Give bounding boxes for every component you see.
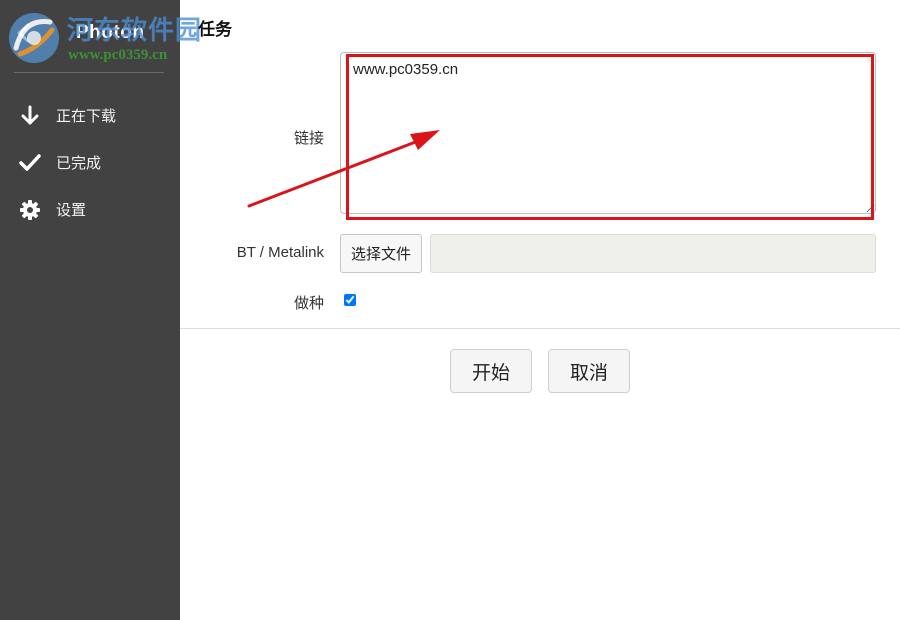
sidebar-item-settings[interactable]: 设置	[0, 186, 180, 233]
sidebar-item-downloading[interactable]: 正在下载	[0, 92, 180, 139]
watermark-logo-icon	[4, 8, 64, 68]
page-title: 任务	[198, 20, 232, 40]
sidebar: Photon 河东软件园 www.pc0359.cn 正在下载 已完成 设置	[0, 0, 201, 620]
bt-metalink-label: BT / Metalink	[236, 244, 324, 261]
cancel-button[interactable]: 取消	[548, 349, 630, 393]
link-textarea[interactable]: www.pc0359.cn	[340, 52, 876, 214]
app-window: Photon 河东软件园 www.pc0359.cn 正在下载 已完成 设置 任…	[0, 0, 900, 620]
link-label: 链接	[293, 130, 324, 147]
sidebar-item-label: 已完成	[56, 154, 102, 172]
sidebar-item-completed[interactable]: 已完成	[0, 139, 180, 186]
start-button[interactable]: 开始	[450, 349, 532, 393]
brand-divider	[14, 72, 164, 73]
seed-label: 做种	[293, 295, 324, 312]
sidebar-item-label: 正在下载	[56, 107, 117, 125]
sidebar-nav: 正在下载 已完成 设置	[0, 92, 180, 233]
arrow-down-icon	[19, 105, 41, 127]
seed-checkbox[interactable]	[344, 294, 356, 306]
gear-icon	[19, 199, 41, 221]
choose-file-button[interactable]: 选择文件	[340, 234, 422, 273]
brand-header: Photon 河东软件园 www.pc0359.cn	[0, 0, 201, 76]
file-path-field	[430, 234, 876, 273]
watermark-site-url: www.pc0359.cn	[68, 47, 168, 63]
main-panel: 任务 链接 www.pc0359.cn BT / Metalink 选择文件 做…	[180, 0, 900, 620]
checkmark-icon	[19, 152, 41, 174]
form-divider	[180, 328, 900, 329]
sidebar-item-label: 设置	[56, 201, 87, 219]
